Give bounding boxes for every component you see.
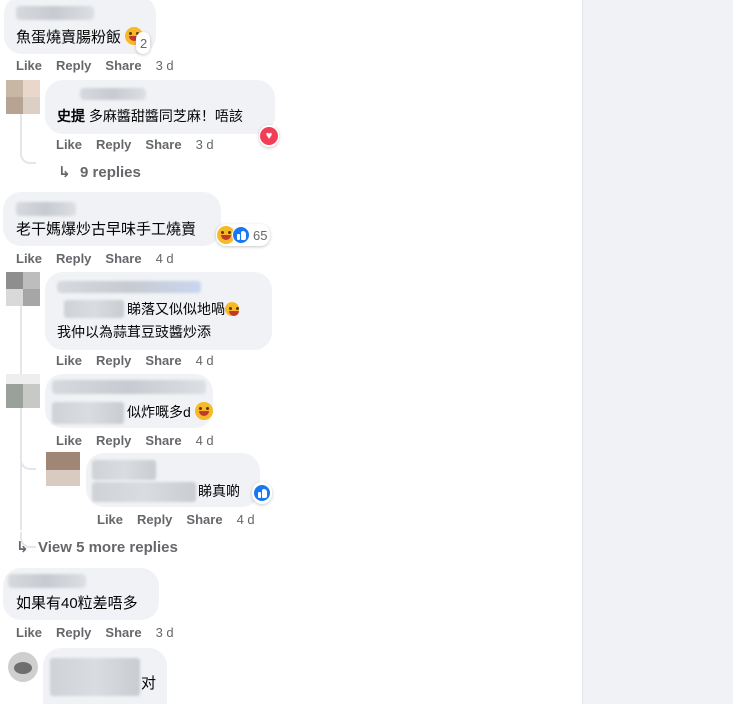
timestamp[interactable]: 4 d bbox=[237, 512, 255, 527]
like-button[interactable]: Like bbox=[97, 512, 123, 527]
like-button[interactable]: Like bbox=[56, 353, 82, 368]
avatar[interactable] bbox=[8, 652, 38, 682]
reply-actions: Like Reply Share 4 d bbox=[56, 353, 228, 368]
like-button[interactable]: Like bbox=[56, 137, 82, 152]
reply-text-line2: 我仲以為蒜茸豆豉醬炒添 bbox=[57, 324, 211, 340]
timestamp[interactable]: 4 d bbox=[156, 251, 174, 266]
mention-blurred[interactable] bbox=[64, 300, 124, 318]
like-button[interactable]: Like bbox=[16, 251, 42, 266]
author-name-blurred[interactable] bbox=[92, 460, 156, 480]
share-button[interactable]: Share bbox=[145, 353, 181, 368]
view-more-replies-link[interactable]: ↳ View 5 more replies bbox=[16, 538, 178, 556]
avatar[interactable] bbox=[46, 452, 80, 486]
like-button[interactable]: Like bbox=[16, 625, 42, 640]
reaction-summary[interactable] bbox=[259, 125, 279, 147]
reply-arrow-icon: ↳ bbox=[16, 539, 29, 556]
timestamp[interactable]: 4 d bbox=[196, 353, 214, 368]
reply-actions: Like Reply Share 4 d bbox=[56, 433, 228, 448]
author-name-blurred[interactable] bbox=[50, 658, 140, 696]
reply-button[interactable]: Reply bbox=[56, 58, 91, 73]
timestamp[interactable]: 4 d bbox=[196, 433, 214, 448]
comment-text: 如果有40粒差唔多 bbox=[16, 595, 138, 612]
comment-actions: Like Reply Share 4 d bbox=[16, 251, 188, 266]
like-button[interactable]: Like bbox=[16, 58, 42, 73]
share-button[interactable]: Share bbox=[105, 58, 141, 73]
reaction-count: 65 bbox=[253, 227, 268, 243]
author-name-blurred[interactable] bbox=[80, 88, 146, 100]
like-reaction-icon bbox=[253, 484, 271, 502]
reply-text: 史提 多麻醬甜醬同芝麻！唔該 bbox=[57, 108, 243, 124]
share-button[interactable]: Share bbox=[186, 512, 222, 527]
reply-button[interactable]: Reply bbox=[56, 625, 91, 640]
author-name-blurred[interactable] bbox=[16, 6, 94, 20]
reaction-summary[interactable]: 2 bbox=[136, 32, 151, 54]
timestamp[interactable]: 3 d bbox=[156, 58, 174, 73]
timestamp[interactable]: 3 d bbox=[156, 625, 174, 640]
share-button[interactable]: Share bbox=[105, 251, 141, 266]
share-button[interactable]: Share bbox=[145, 433, 181, 448]
reply-text: 似炸嘅多d bbox=[127, 402, 213, 422]
reply-arrow-icon: ↳ bbox=[58, 164, 71, 181]
reply-actions: Like Reply Share 3 d bbox=[56, 137, 228, 152]
love-reaction-icon bbox=[260, 127, 278, 145]
avatar[interactable] bbox=[6, 272, 40, 306]
reaction-count: 2 bbox=[140, 35, 148, 51]
right-side-panel bbox=[582, 0, 733, 704]
comment-actions: Like Reply Share 3 d bbox=[16, 625, 188, 640]
comment-actions: Like Reply Share 3 d bbox=[16, 58, 188, 73]
mentioned-user[interactable]: 史提 bbox=[57, 108, 85, 124]
timestamp[interactable]: 3 d bbox=[196, 137, 214, 152]
thread-connector bbox=[20, 148, 36, 164]
haha-emoji-icon bbox=[194, 402, 213, 420]
laughing-emoji-icon bbox=[225, 302, 239, 316]
reply-text: 睇落又似似地喎 bbox=[127, 299, 239, 319]
comment-text: 对 bbox=[141, 675, 157, 692]
reply-button[interactable]: Reply bbox=[96, 433, 131, 448]
author-name-blurred[interactable] bbox=[52, 380, 206, 394]
comment-text: 魚蛋燒賣腸粉飯 bbox=[16, 27, 144, 48]
comments-feed: 魚蛋燒賣腸粉飯 2 Like Reply Share 3 d 史提 多麻醬甜醬同芝麻！… bbox=[0, 0, 582, 704]
reply-button[interactable]: Reply bbox=[96, 137, 131, 152]
author-name-blurred[interactable] bbox=[16, 202, 76, 216]
author-name-blurred[interactable] bbox=[8, 574, 86, 588]
mention-blurred[interactable] bbox=[52, 402, 124, 424]
reaction-summary[interactable]: 65 bbox=[216, 224, 271, 246]
comment-text: 老干媽爆炒古早味手工燒賣 bbox=[16, 221, 197, 238]
avatar[interactable] bbox=[6, 80, 40, 114]
like-button[interactable]: Like bbox=[56, 433, 82, 448]
avatar[interactable] bbox=[6, 374, 40, 408]
reply-button[interactable]: Reply bbox=[96, 353, 131, 368]
author-name-blurred[interactable] bbox=[57, 281, 201, 293]
share-button[interactable]: Share bbox=[145, 137, 181, 152]
reply-text: 睇真啲 bbox=[198, 483, 240, 499]
thread-connector bbox=[20, 456, 36, 470]
like-reaction-icon bbox=[232, 226, 250, 244]
share-button[interactable]: Share bbox=[105, 625, 141, 640]
view-replies-link[interactable]: ↳ 9 replies bbox=[58, 163, 141, 181]
reply-button[interactable]: Reply bbox=[137, 512, 172, 527]
reply-actions: Like Reply Share 4 d bbox=[97, 512, 269, 527]
reply-button[interactable]: Reply bbox=[56, 251, 91, 266]
reaction-summary[interactable] bbox=[252, 482, 272, 504]
mention-blurred[interactable] bbox=[92, 482, 196, 502]
